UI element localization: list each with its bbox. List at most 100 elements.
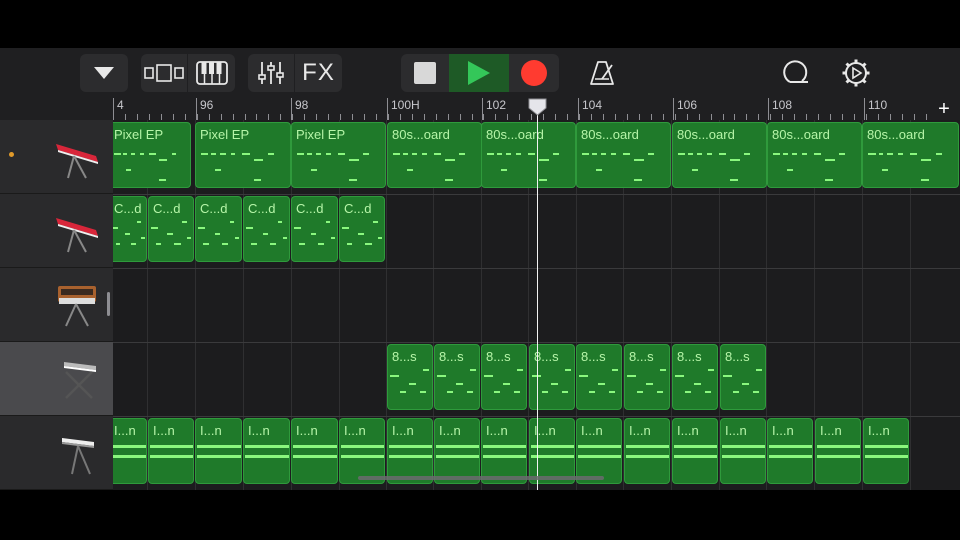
midi-note (897, 153, 903, 155)
midi-note (141, 237, 145, 239)
midi-note (251, 243, 257, 245)
midi-note (755, 369, 763, 371)
region[interactable]: Pixel EP (195, 122, 291, 188)
track-header-3[interactable] (0, 268, 113, 342)
region[interactable]: 80s...oard (576, 122, 671, 188)
region[interactable]: C...d (243, 196, 290, 262)
region[interactable]: C...d (339, 196, 385, 262)
midi-note (422, 369, 430, 371)
tracks-view-button[interactable] (141, 54, 187, 92)
region[interactable]: I...n (339, 418, 385, 484)
midi-note (592, 153, 597, 155)
midi-note (673, 445, 717, 448)
midi-note (579, 375, 589, 377)
region[interactable]: C...d (291, 196, 338, 262)
midi-note (541, 391, 549, 393)
midi-note (282, 237, 288, 239)
region-label: 80s...oard (486, 127, 544, 142)
region[interactable]: I...n (767, 418, 813, 484)
midi-note (262, 233, 269, 235)
track-header-4[interactable] (0, 342, 113, 416)
region[interactable]: I...n (720, 418, 766, 484)
region[interactable]: I...n (243, 418, 290, 484)
midi-note (622, 153, 631, 155)
settings-button[interactable] (838, 54, 874, 92)
region[interactable]: I...n (672, 418, 718, 484)
midi-note (244, 455, 289, 458)
loop-browser-button[interactable] (776, 54, 814, 92)
add-section-button[interactable]: + (932, 98, 956, 120)
midi-note (625, 445, 669, 448)
instrument-view-button[interactable] (188, 54, 235, 92)
region[interactable]: 8...s (434, 344, 480, 410)
region[interactable]: I...n (815, 418, 861, 484)
region[interactable]: 80s...oard (387, 122, 482, 188)
midi-note (721, 445, 765, 448)
ruler-major-tick (768, 98, 769, 120)
region-label: I...n (868, 423, 890, 438)
midi-note (130, 153, 136, 155)
mixer-button[interactable] (248, 54, 294, 92)
playhead-handle[interactable] (528, 98, 547, 116)
region[interactable]: Pixel EP (113, 122, 191, 188)
midi-note (864, 455, 908, 458)
synth-icon (58, 286, 96, 327)
region[interactable]: C...d (148, 196, 194, 262)
region[interactable]: C...d (195, 196, 242, 262)
midi-note (230, 153, 236, 155)
record-button[interactable] (509, 54, 559, 92)
region[interactable]: C...d (113, 196, 147, 262)
midi-note (659, 369, 667, 371)
region-label: I...n (629, 423, 651, 438)
track-headers (0, 120, 113, 490)
region-label: Pixel EP (200, 127, 250, 142)
region[interactable]: 8...s (672, 344, 718, 410)
region[interactable]: I...n (863, 418, 909, 484)
midi-note (482, 445, 526, 448)
play-button[interactable] (449, 54, 509, 92)
region[interactable]: I...n (576, 418, 622, 484)
region[interactable]: I...n (434, 418, 480, 484)
region[interactable]: 80s...oard (672, 122, 767, 188)
midi-note (244, 445, 289, 448)
midi-note (113, 445, 146, 448)
tracks-menu-button[interactable] (80, 54, 128, 92)
region[interactable]: 80s...oard (767, 122, 862, 188)
midi-note (149, 153, 156, 155)
midi-note (317, 243, 325, 245)
region[interactable]: 80s...oard (481, 122, 576, 188)
region[interactable]: 8...s (576, 344, 622, 410)
region-label: 8...s (581, 349, 606, 364)
fx-button[interactable]: FX (295, 54, 342, 92)
stop-button[interactable] (401, 54, 449, 92)
horizontal-scrollbar[interactable] (358, 476, 604, 480)
track-header-1[interactable] (0, 120, 113, 194)
region[interactable]: I...n (195, 418, 242, 484)
ruler-label: 4 (117, 98, 124, 112)
region[interactable]: 8...s (387, 344, 433, 410)
midi-note (437, 375, 447, 377)
region[interactable]: I...n (624, 418, 670, 484)
region-label: I...n (200, 423, 222, 438)
region[interactable]: I...n (529, 418, 575, 484)
region[interactable]: I...n (481, 418, 527, 484)
metronome-button[interactable] (584, 54, 620, 92)
track-header-5[interactable] (0, 416, 113, 490)
mixer-sliders-icon (258, 62, 284, 84)
record-enable-indicator[interactable] (9, 152, 14, 157)
region[interactable]: I...n (387, 418, 433, 484)
region[interactable]: I...n (148, 418, 194, 484)
stop-icon (414, 62, 436, 84)
region[interactable]: I...n (113, 418, 147, 484)
midi-note (577, 455, 621, 458)
region[interactable]: 8...s (481, 344, 527, 410)
region[interactable]: I...n (291, 418, 338, 484)
region[interactable]: 8...s (529, 344, 575, 410)
region[interactable]: Pixel EP (291, 122, 386, 188)
track-header-2[interactable] (0, 194, 113, 268)
region[interactable]: 8...s (720, 344, 766, 410)
midi-note (433, 153, 442, 155)
midi-note (723, 375, 733, 377)
region[interactable]: 80s...oard (862, 122, 959, 188)
region[interactable]: 8...s (624, 344, 670, 410)
